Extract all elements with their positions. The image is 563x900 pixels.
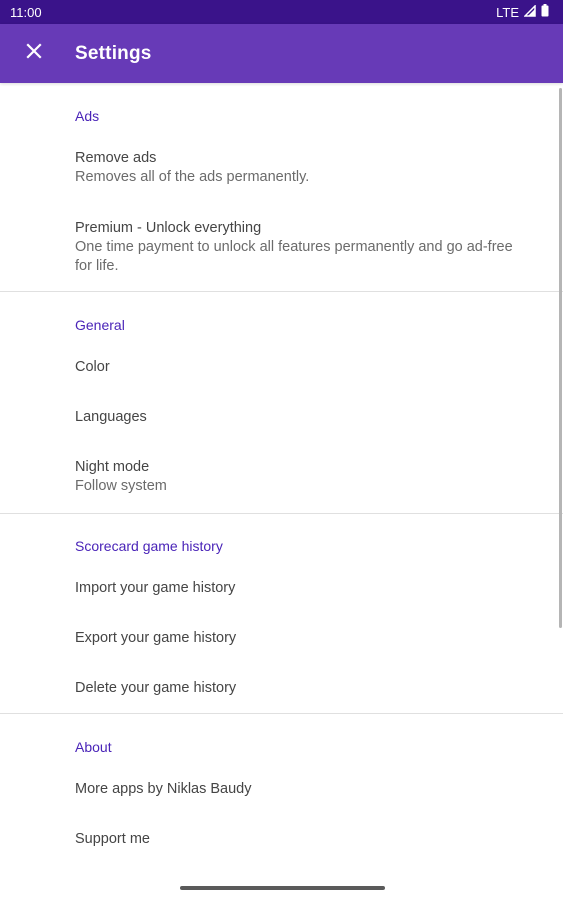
app-bar: Settings bbox=[0, 24, 563, 83]
more-apps-preference[interactable]: More apps by Niklas Baudy bbox=[75, 779, 533, 799]
network-type: LTE bbox=[496, 4, 519, 20]
export-history-title: Export your game history bbox=[75, 630, 237, 646]
support-me-preference[interactable]: Support me bbox=[75, 829, 533, 849]
section-divider bbox=[0, 513, 563, 514]
premium-summary-line2: for life. bbox=[75, 258, 119, 274]
settings-screen: 11:00 LTE Settings Ads Remove ads Remove… bbox=[0, 0, 563, 900]
section-divider bbox=[0, 291, 563, 292]
languages-preference[interactable]: Languages bbox=[75, 407, 533, 427]
remove-ads-preference[interactable]: Remove ads Removes all of the ads perman… bbox=[75, 148, 533, 187]
section-header-ads: Ads bbox=[75, 108, 100, 124]
scrollbar[interactable] bbox=[559, 88, 562, 628]
more-apps-title: More apps by Niklas Baudy bbox=[75, 781, 252, 797]
premium-preference[interactable]: Premium - Unlock everything One time pay… bbox=[75, 218, 533, 276]
status-time: 11:00 bbox=[10, 4, 42, 20]
page-title: Settings bbox=[75, 42, 152, 64]
remove-ads-title: Remove ads bbox=[75, 150, 157, 166]
section-header-about: About bbox=[75, 739, 112, 755]
support-me-title: Support me bbox=[75, 831, 150, 847]
delete-history-preference[interactable]: Delete your game history bbox=[75, 678, 533, 698]
premium-summary-line1: One time payment to unlock all features … bbox=[75, 239, 513, 255]
night-mode-summary: Follow system bbox=[75, 478, 167, 494]
export-history-preference[interactable]: Export your game history bbox=[75, 628, 533, 648]
import-history-title: Import your game history bbox=[75, 580, 236, 596]
color-preference[interactable]: Color bbox=[75, 357, 533, 377]
color-title: Color bbox=[75, 359, 110, 375]
section-header-general: General bbox=[75, 317, 125, 333]
status-icons: LTE bbox=[496, 3, 549, 20]
night-mode-preference[interactable]: Night mode Follow system bbox=[75, 457, 533, 496]
remove-ads-summary: Removes all of the ads permanently. bbox=[75, 169, 310, 185]
battery-icon bbox=[541, 4, 549, 20]
import-history-preference[interactable]: Import your game history bbox=[75, 578, 533, 598]
delete-history-title: Delete your game history bbox=[75, 680, 237, 696]
close-icon bbox=[26, 43, 42, 64]
premium-title: Premium - Unlock everything bbox=[75, 220, 262, 236]
signal-icon bbox=[523, 3, 536, 20]
gesture-navigation-bar[interactable] bbox=[180, 886, 385, 890]
settings-list[interactable]: Ads Remove ads Removes all of the ads pe… bbox=[0, 83, 563, 900]
section-header-history: Scorecard game history bbox=[75, 538, 223, 554]
status-bar: 11:00 LTE bbox=[0, 0, 563, 24]
close-button[interactable] bbox=[16, 36, 52, 72]
languages-title: Languages bbox=[75, 409, 147, 425]
section-divider bbox=[0, 713, 563, 714]
night-mode-title: Night mode bbox=[75, 459, 150, 475]
